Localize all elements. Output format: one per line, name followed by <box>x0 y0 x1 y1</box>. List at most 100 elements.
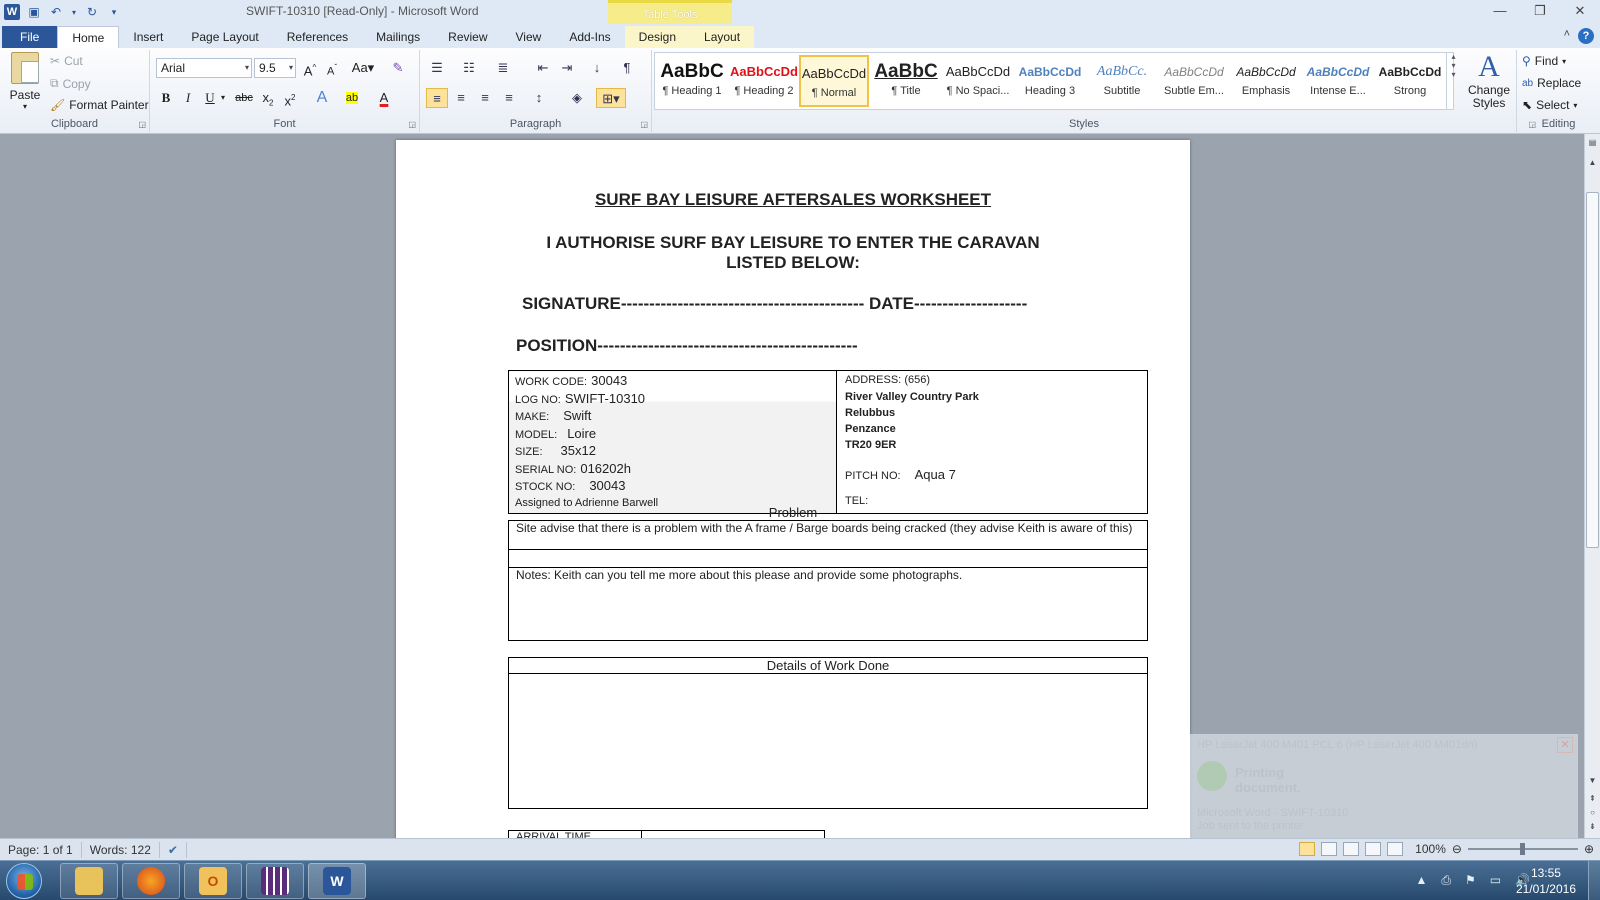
style-emphasis[interactable]: AaBbCcDd Emphasis <box>1231 55 1301 107</box>
style-no-spacing[interactable]: AaBbCcDd ¶ No Spaci... <box>943 55 1013 107</box>
draft-view-icon[interactable] <box>1387 842 1404 856</box>
styles-gallery-scroll[interactable]: ▴ ▾ ▾ <box>1446 52 1460 110</box>
ruler-toggle-icon[interactable]: ▤ <box>1585 138 1600 147</box>
increase-indent-button[interactable]: ⇥ <box>556 58 578 78</box>
tab-add-ins[interactable]: Add-Ins <box>555 26 624 48</box>
undo-icon[interactable]: ↶ <box>48 4 64 20</box>
align-left-button[interactable]: ≡ <box>426 88 448 108</box>
sort-button[interactable]: ↓ <box>586 58 608 78</box>
tab-references[interactable]: References <box>273 26 362 48</box>
paragraph-launcher-icon[interactable]: ◲ <box>640 120 648 129</box>
scroll-thumb[interactable] <box>1586 192 1599 548</box>
address-cell[interactable]: ADDRESS: (656) River Valley Country Park… <box>836 370 1148 514</box>
replace-button[interactable]: ab Replace <box>1522 76 1581 90</box>
save-icon[interactable]: ▣ <box>26 4 42 20</box>
font-size-combo[interactable]: 9.5 ▾ <box>254 58 296 78</box>
minimize-button[interactable]: — <box>1480 0 1520 22</box>
line-spacing-button[interactable]: ↕ <box>528 88 550 108</box>
outline-view-icon[interactable] <box>1365 842 1382 856</box>
customize-qat-icon[interactable]: ▾ <box>106 4 122 20</box>
select-button[interactable]: ⬉ Select ▾ <box>1522 98 1577 112</box>
tab-file[interactable]: File <box>2 26 58 48</box>
style-subtle-emphasis[interactable]: AaBbCcDd Subtle Em... <box>1159 55 1229 107</box>
browse-object-icon[interactable]: ○ <box>1585 808 1600 817</box>
format-painter-button[interactable]: 🖌 Format Painter <box>50 98 149 112</box>
style-intense-emphasis[interactable]: AaBbCcDd Intense E... <box>1303 55 1373 107</box>
clear-formatting-icon[interactable]: ✎ <box>388 58 408 78</box>
style-heading-3[interactable]: AaBbCcDd Heading 3 <box>1015 55 1085 107</box>
text-effects-button[interactable]: A <box>312 88 332 108</box>
font-name-combo[interactable]: Arial ▾ <box>156 58 252 78</box>
help-icon[interactable]: ? <box>1578 28 1594 44</box>
close-notification-icon[interactable]: ✕ <box>1557 737 1573 753</box>
justify-button[interactable]: ≡ <box>498 88 520 108</box>
italic-button[interactable]: I <box>178 88 198 108</box>
document-area[interactable]: SURF BAY LEISURE AFTERSALES WORKSHEET I … <box>0 134 1584 838</box>
style-heading-1[interactable]: AaBbC ¶ Heading 1 <box>657 55 727 107</box>
printer-icon[interactable]: ⎙ <box>1441 873 1451 888</box>
zoom-level[interactable]: 100% <box>1415 842 1446 856</box>
font-launcher-icon[interactable]: ◲ <box>408 120 416 129</box>
redo-icon[interactable]: ↻ <box>84 4 100 20</box>
taskbar-outlook[interactable]: O <box>184 863 242 899</box>
tray-expand-icon[interactable]: ▲ <box>1415 873 1427 888</box>
bold-button[interactable]: B <box>156 88 176 108</box>
align-center-button[interactable]: ≡ <box>450 88 472 108</box>
superscript-button[interactable]: x2 <box>280 88 300 108</box>
action-center-flag-icon[interactable]: ⚑ <box>1465 873 1476 888</box>
style-title[interactable]: AaBbC ¶ Title <box>871 55 941 107</box>
zoom-slider[interactable] <box>1467 843 1578 855</box>
find-button[interactable]: ⚲ Find ▾ <box>1522 54 1566 68</box>
tab-layout[interactable]: Layout <box>690 26 755 48</box>
tab-page-layout[interactable]: Page Layout <box>177 26 272 48</box>
paste-button[interactable]: Paste ▾ <box>8 52 42 111</box>
decrease-indent-button[interactable]: ⇤ <box>532 58 554 78</box>
document-page[interactable]: SURF BAY LEISURE AFTERSALES WORKSHEET I … <box>396 140 1190 838</box>
word-logo-icon[interactable]: W <box>4 4 20 20</box>
numbering-button[interactable]: ☷ <box>458 58 480 78</box>
style-strong[interactable]: AaBbCcDd Strong <box>1375 55 1445 107</box>
undo-dropdown-icon[interactable]: ▾ <box>70 4 78 20</box>
scroll-up-icon[interactable]: ▲ <box>1585 158 1600 167</box>
network-icon[interactable]: ▭ <box>1490 873 1501 888</box>
vertical-scrollbar[interactable]: ▤ ▲ ▼ ⇞ ○ ⇟ <box>1584 134 1600 838</box>
zoom-out-icon[interactable]: ⊖ <box>1452 842 1462 856</box>
bullets-button[interactable]: ☰ <box>426 58 448 78</box>
tab-review[interactable]: Review <box>434 26 501 48</box>
highlight-button[interactable]: ab <box>342 88 362 108</box>
arrival-time-value[interactable] <box>641 830 825 838</box>
problem-empty-row[interactable] <box>508 549 1148 568</box>
previous-page-icon[interactable]: ⇞ <box>1585 794 1600 803</box>
problem-box[interactable]: Site advise that there is a problem with… <box>508 520 1148 550</box>
subscript-button[interactable]: x2 <box>258 88 278 108</box>
minimize-ribbon-icon[interactable]: ˄ <box>1564 28 1570 44</box>
tab-home[interactable]: Home <box>57 26 120 48</box>
borders-button[interactable]: ⊞▾ <box>596 88 626 108</box>
tab-view[interactable]: View <box>502 26 556 48</box>
taskbar-app[interactable] <box>246 863 304 899</box>
scroll-down-icon[interactable]: ▼ <box>1585 776 1600 785</box>
next-page-icon[interactable]: ⇟ <box>1585 822 1600 831</box>
multilevel-list-button[interactable]: ≣ <box>492 58 514 78</box>
page-count[interactable]: Page: 1 of 1 <box>0 841 82 858</box>
zoom-in-icon[interactable]: ⊕ <box>1584 842 1594 856</box>
tab-mailings[interactable]: Mailings <box>362 26 434 48</box>
proofing-icon[interactable]: ✔ <box>160 841 187 858</box>
shading-button[interactable]: ◈ <box>566 88 588 108</box>
restore-button[interactable]: ❐ <box>1520 0 1560 22</box>
show-marks-icon[interactable]: ¶ <box>616 58 638 78</box>
align-right-button[interactable]: ≡ <box>474 88 496 108</box>
underline-button[interactable]: U <box>200 88 220 108</box>
taskbar-word[interactable]: W <box>308 863 366 899</box>
print-layout-view-icon[interactable] <box>1299 842 1316 856</box>
style-normal[interactable]: AaBbCcDd ¶ Normal <box>799 55 869 107</box>
taskbar-firefox[interactable] <box>122 863 180 899</box>
full-screen-reading-icon[interactable] <box>1321 842 1338 856</box>
grow-font-button[interactable]: A^ <box>300 58 320 78</box>
notes-box[interactable]: Notes: Keith can you tell me more about … <box>508 567 1148 641</box>
change-case-button[interactable]: Aa▾ <box>350 58 376 78</box>
underline-dropdown-icon[interactable]: ▾ <box>218 88 228 108</box>
change-styles-button[interactable]: A Change Styles <box>1462 50 1516 110</box>
tab-insert[interactable]: Insert <box>119 26 177 48</box>
start-button[interactable] <box>6 863 42 899</box>
